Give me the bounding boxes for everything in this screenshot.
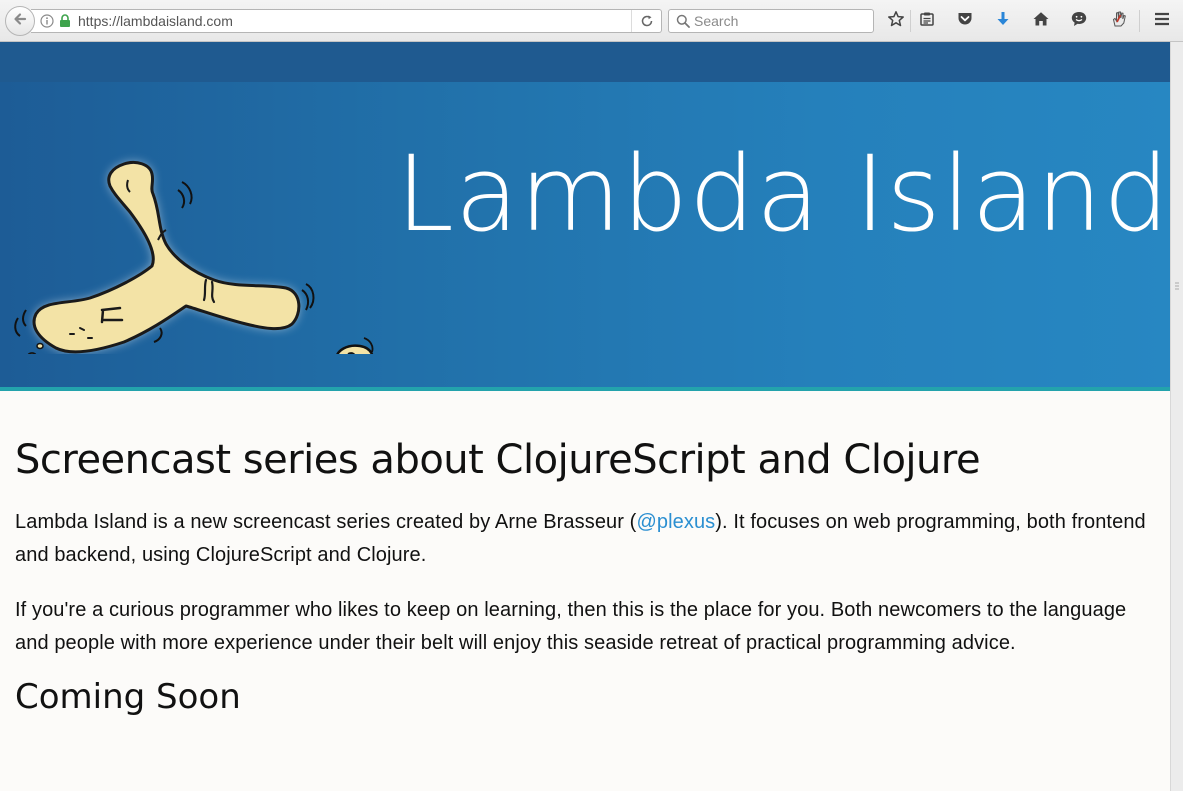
site-title[interactable]: Lambda Island — [396, 142, 1170, 246]
intro-paragraph: Lambda Island is a new screencast series… — [15, 506, 1155, 572]
menu-button[interactable] — [1149, 9, 1175, 33]
lock-icon[interactable] — [59, 14, 71, 28]
chat-bubble-icon — [1070, 10, 1088, 33]
island-logo — [14, 160, 374, 354]
main-content: Screencast series about ClojureScript an… — [15, 436, 1155, 718]
info-icon[interactable] — [40, 14, 54, 28]
scroll-grip-icon — [1175, 282, 1179, 290]
home-button[interactable] — [1028, 9, 1054, 33]
clipboard-icon — [918, 10, 936, 33]
coming-soon-heading: Coming Soon — [15, 677, 241, 717]
back-arrow-icon — [12, 11, 28, 32]
page-viewport: Lambda Island Screencast series about Cl… — [0, 42, 1170, 791]
pocket-button[interactable] — [952, 9, 978, 33]
audience-paragraph: If you're a curious programmer who likes… — [15, 599, 1127, 654]
plexus-link[interactable]: @plexus — [636, 511, 715, 533]
back-button[interactable] — [5, 6, 35, 36]
intro-text-start: Lambda Island is a new screencast series… — [15, 511, 637, 533]
page-heading: Screencast series about ClojureScript an… — [15, 437, 981, 483]
bookmark-button[interactable] — [883, 9, 909, 33]
extension-button[interactable] — [1106, 9, 1132, 33]
toolbar-separator — [1139, 10, 1140, 32]
search-input[interactable] — [694, 13, 864, 29]
hero-banner: Lambda Island — [0, 42, 1170, 391]
hamburger-menu-icon — [1153, 10, 1171, 33]
search-bar[interactable] — [668, 9, 874, 33]
hero-top-band — [0, 42, 1170, 82]
hand-icon — [1110, 10, 1128, 33]
star-icon — [887, 10, 905, 33]
vertical-scrollbar[interactable] — [1170, 42, 1183, 791]
url-bar[interactable]: https://lambdaisland.com — [31, 9, 662, 33]
reload-icon[interactable] — [631, 10, 661, 32]
scrollbar-thumb[interactable] — [1174, 44, 1180, 786]
island-shape — [32, 160, 301, 354]
home-icon — [1032, 10, 1050, 33]
url-text[interactable]: https://lambdaisland.com — [78, 13, 631, 29]
browser-toolbar: https://lambdaisland.com — [0, 0, 1183, 42]
search-icon — [675, 13, 691, 29]
reader-list-button[interactable] — [914, 9, 940, 33]
downloads-button[interactable] — [990, 9, 1016, 33]
pocket-icon — [956, 10, 974, 33]
chat-button[interactable] — [1066, 9, 1092, 33]
toolbar-separator — [910, 10, 911, 32]
download-arrow-icon — [994, 10, 1012, 33]
